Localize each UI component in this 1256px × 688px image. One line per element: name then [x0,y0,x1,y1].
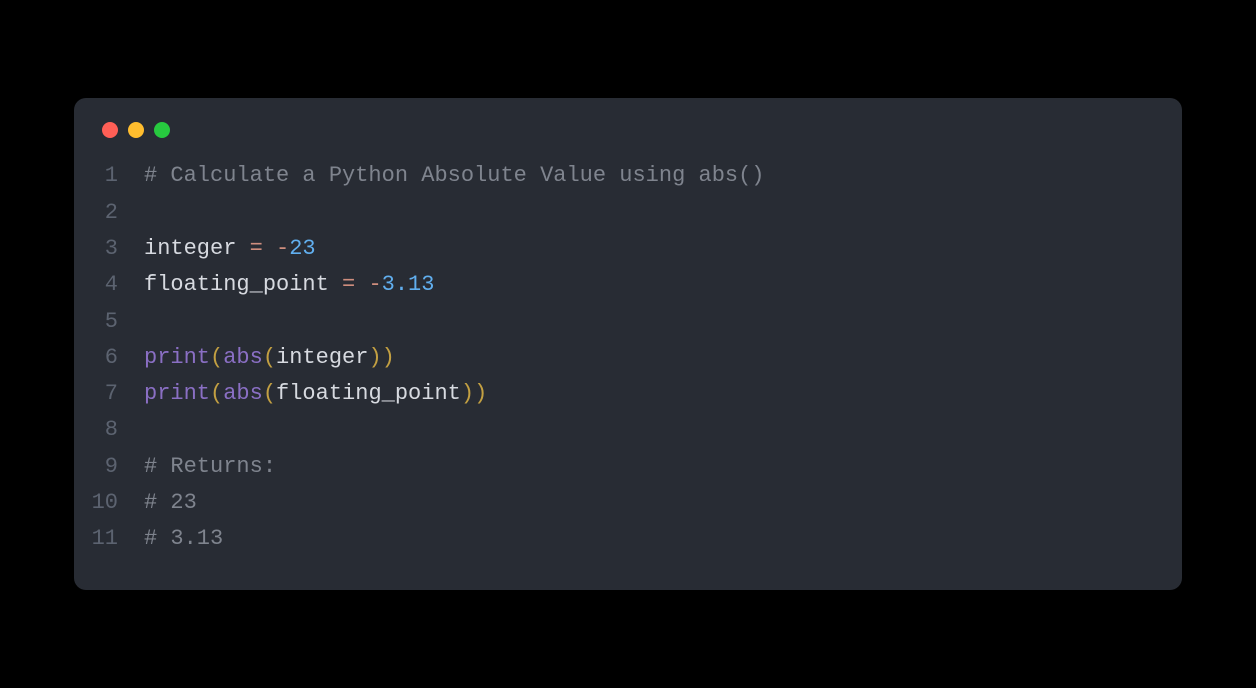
line-number: 2 [74,195,144,231]
close-icon[interactable] [102,122,118,138]
code-token: ( [263,381,276,406]
code-token: - [368,272,381,297]
code-token: 3.13 [382,272,435,297]
code-token: integer [276,345,368,370]
code-token [355,272,368,297]
code-editor-window: 1# Calculate a Python Absolute Value usi… [74,98,1182,589]
maximize-icon[interactable] [154,122,170,138]
code-line[interactable]: 7print(abs(floating_point)) [74,376,1182,412]
code-line[interactable]: 9# Returns: [74,449,1182,485]
line-number: 11 [74,521,144,557]
line-number: 1 [74,158,144,194]
line-content[interactable]: # 3.13 [144,521,223,557]
code-token: # Calculate a Python Absolute Value usin… [144,163,765,188]
line-number: 7 [74,376,144,412]
line-number: 5 [74,304,144,340]
code-token: # Returns: [144,454,276,479]
code-line[interactable]: 2 [74,195,1182,231]
line-content[interactable]: # Calculate a Python Absolute Value usin… [144,158,765,194]
line-content[interactable] [144,304,157,340]
code-token: 23 [289,236,315,261]
line-content[interactable]: print(abs(integer)) [144,340,395,376]
line-content[interactable]: floating_point = -3.13 [144,267,434,303]
code-token: floating_point [276,381,461,406]
code-token: )) [368,345,394,370]
code-token: = [342,272,355,297]
line-content[interactable]: # Returns: [144,449,276,485]
code-token: print [144,381,210,406]
line-number: 10 [74,485,144,521]
code-token: abs [223,345,263,370]
line-number: 6 [74,340,144,376]
line-content[interactable] [144,195,157,231]
line-number: 3 [74,231,144,267]
code-line[interactable]: 10# 23 [74,485,1182,521]
code-line[interactable]: 8 [74,412,1182,448]
code-token: abs [223,381,263,406]
line-content[interactable] [144,412,157,448]
code-token: ( [210,345,223,370]
minimize-icon[interactable] [128,122,144,138]
code-line[interactable]: 3integer = -23 [74,231,1182,267]
code-line[interactable]: 11# 3.13 [74,521,1182,557]
line-number: 8 [74,412,144,448]
code-token: - [276,236,289,261]
code-token: = [250,236,263,261]
code-token: ( [263,345,276,370]
line-content[interactable]: # 23 [144,485,197,521]
code-token: floating_point [144,272,342,297]
line-number: 4 [74,267,144,303]
code-line[interactable]: 6print(abs(integer)) [74,340,1182,376]
code-token: print [144,345,210,370]
code-area[interactable]: 1# Calculate a Python Absolute Value usi… [74,158,1182,557]
code-token: integer [144,236,250,261]
code-token: )) [461,381,487,406]
line-content[interactable]: integer = -23 [144,231,316,267]
code-line[interactable]: 1# Calculate a Python Absolute Value usi… [74,158,1182,194]
line-number: 9 [74,449,144,485]
window-controls [74,122,1182,158]
line-content[interactable]: print(abs(floating_point)) [144,376,487,412]
code-token [263,236,276,261]
code-token: # 23 [144,490,197,515]
code-token: ( [210,381,223,406]
code-token: # 3.13 [144,526,223,551]
code-line[interactable]: 4floating_point = -3.13 [74,267,1182,303]
code-line[interactable]: 5 [74,304,1182,340]
